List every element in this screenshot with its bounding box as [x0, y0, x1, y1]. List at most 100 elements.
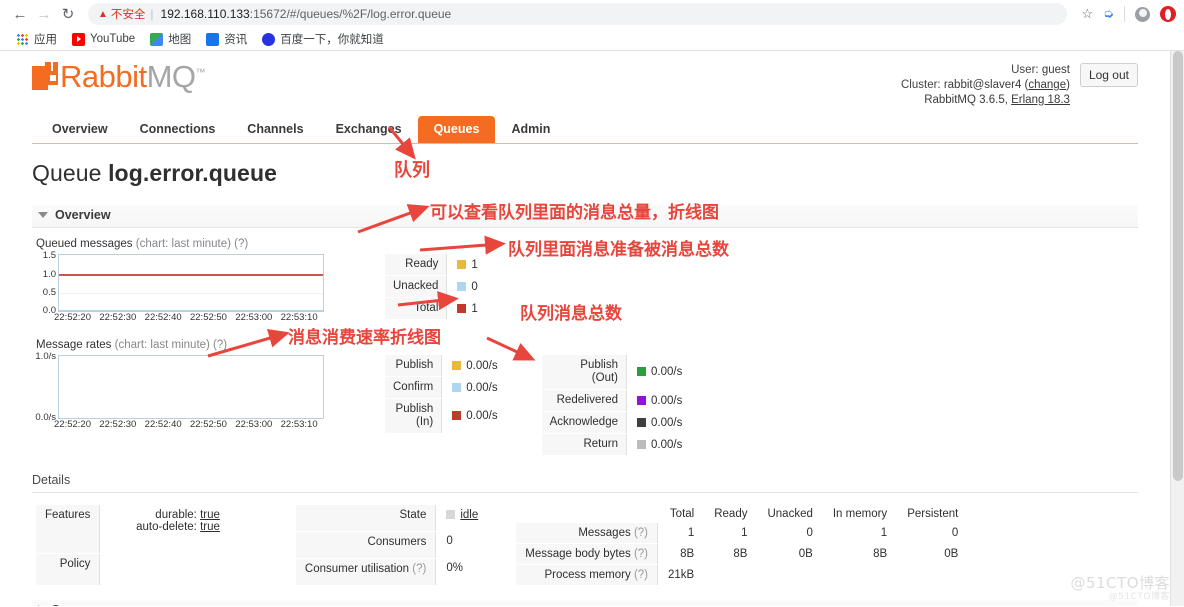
rabbitmq-management-page: RabbitMQ™ User: guest Cluster: rabbit@sl… — [0, 51, 1184, 606]
state-value-cell: idle — [435, 505, 489, 532]
tab-queues[interactable]: Queues — [417, 116, 496, 143]
series-unacked-line — [59, 309, 323, 311]
legend-value: 1 — [471, 302, 478, 315]
series-total-line — [59, 274, 323, 276]
erlang-version-link[interactable]: Erlang 18.3 — [1011, 94, 1070, 106]
not-secure-warning-icon: ▲ — [98, 8, 108, 20]
row-label-cell: Messages (?) — [516, 523, 658, 544]
bookmark-maps[interactable]: 地图 — [144, 30, 197, 48]
vertical-scrollbar[interactable] — [1170, 51, 1184, 606]
legend-name: Unacked — [385, 275, 447, 298]
message-rates-row: 1.0/s 0.0/s 22:52:20 22:52:30 22:52:40 2… — [32, 352, 1138, 456]
cluster-label: Cluster: — [901, 79, 941, 91]
cell-value: 0B — [944, 548, 959, 560]
consumers-section-header[interactable]: Consumers — [32, 600, 1138, 606]
cluster-change-link[interactable]: change — [1028, 79, 1066, 91]
y-tick: 1.5 — [42, 250, 56, 261]
page-title-prefix: Queue — [32, 160, 102, 186]
logo-trademark: ™ — [195, 67, 206, 79]
legend-name: Return — [541, 433, 627, 456]
legend-row: Return 0.00/s — [541, 433, 691, 456]
bookmark-star-icon[interactable]: ☆ — [1081, 6, 1093, 22]
legend-swatch-acknowledge — [637, 417, 646, 427]
x-tick: 22:53:10 — [280, 312, 318, 323]
tab-overview[interactable]: Overview — [36, 116, 124, 143]
state-label: State — [295, 505, 436, 532]
toolbar-actions: ☆ ➭ — [1075, 6, 1176, 22]
legend-name: Publish (In) — [385, 398, 442, 434]
legend-value-cell: 1 — [446, 254, 486, 276]
legend-value: 1 — [471, 258, 478, 271]
state-table: State idle Consumers 0 Consumer utilisat… — [295, 505, 489, 587]
bookmark-news[interactable]: 资讯 — [200, 30, 253, 48]
cell-value: 1 — [880, 527, 888, 540]
logo-text-rabbit: Rabbit — [60, 59, 147, 94]
opera-browser-icon[interactable] — [1160, 6, 1176, 22]
user-info-line: User: guest — [901, 63, 1070, 78]
scrollbar-thumb[interactable] — [1173, 51, 1183, 481]
address-bar[interactable]: ▲ 不安全 | 192.168.110.133:15672/#/queues/%… — [88, 3, 1068, 25]
table-row: State idle — [295, 505, 489, 532]
cluster-info-line: Cluster: rabbit@slaver4 (change) — [901, 79, 1070, 91]
page-title-queue-name: log.error.queue — [108, 160, 277, 186]
browser-toolbar: ← → ↻ ▲ 不安全 | 192.168.110.133:15672/#/qu… — [0, 0, 1184, 28]
legend-value: 0.00/s — [651, 394, 683, 407]
consumers-section-title: Consumers — [51, 603, 120, 606]
bookmark-youtube[interactable]: YouTube — [66, 32, 141, 47]
back-arrow-icon[interactable]: ← — [8, 2, 32, 26]
table-header-row: Total Ready Unacked In memory Persistent — [516, 505, 968, 523]
y-tick: 0.0/s — [35, 412, 56, 423]
profile-avatar-icon[interactable] — [1135, 6, 1150, 22]
table-row: Features durable: true auto-delete: true — [36, 505, 230, 555]
legend-row: Publish 0.00/s — [385, 355, 506, 377]
tab-admin[interactable]: Admin — [495, 116, 566, 143]
bookmark-baidu[interactable]: 百度一下，你就知道 — [256, 30, 390, 48]
overview-section-header[interactable]: Overview — [32, 205, 1138, 228]
x-tick: 22:53:00 — [235, 312, 273, 323]
overview-section-title: Overview — [55, 208, 111, 222]
legend-row: Total 1 — [385, 297, 486, 320]
cluster-value: rabbit@slaver4 — [943, 79, 1022, 91]
tab-connections[interactable]: Connections — [124, 116, 232, 143]
page-title: Queue log.error.queue — [32, 160, 1138, 187]
tab-exchanges[interactable]: Exchanges — [320, 116, 418, 143]
message-rates-plot — [58, 355, 324, 419]
logout-button[interactable]: Log out — [1079, 63, 1138, 87]
rabbitmq-logo[interactable]: RabbitMQ™ — [32, 59, 206, 94]
row-label-cell: Process memory (?) — [516, 564, 658, 586]
legend-name: Ready — [385, 254, 447, 276]
cell-value: 21kB — [657, 564, 705, 586]
y-tick: 1.0 — [42, 269, 56, 280]
forward-arrow-icon[interactable]: → — [32, 2, 56, 26]
bookmarks-bar: 应用 YouTube 地图 资讯 百度一下，你就知道 — [0, 28, 1184, 51]
chevron-down-icon[interactable] — [38, 212, 48, 218]
reload-icon[interactable]: ↻ — [56, 2, 80, 26]
help-icon[interactable]: (?) — [634, 569, 648, 581]
table-row: Consumer utilisation (?) 0% — [295, 558, 489, 587]
chevron-right-icon[interactable] — [38, 605, 44, 606]
policy-label: Policy — [36, 553, 100, 586]
y-tick: 0.5 — [42, 287, 56, 298]
feature-durable: durable: true — [110, 509, 220, 521]
table-row: Messages (?) 1 1 0 1 0 — [516, 523, 968, 544]
help-icon[interactable]: (?) — [412, 563, 426, 575]
bookmark-apps[interactable]: 应用 — [10, 30, 63, 48]
queued-messages-label: Queued messages (chart: last minute) (?) — [36, 238, 1138, 250]
logo-text-mq: MQ — [146, 59, 196, 94]
legend-row: Publish (Out) 0.00/s — [541, 355, 691, 390]
cell-value — [823, 565, 897, 586]
rates-y-axis: 1.0/s 0.0/s — [32, 352, 58, 422]
rabbitmq-header: RabbitMQ™ User: guest Cluster: rabbit@sl… — [32, 51, 1138, 108]
help-icon[interactable]: (?) — [634, 548, 648, 560]
legend-value-cell: 0.00/s — [626, 355, 691, 390]
extension-icon[interactable]: ➭ — [1103, 6, 1114, 22]
cell-value: 8B — [873, 548, 888, 560]
state-indicator-icon — [446, 510, 456, 519]
tab-channels[interactable]: Channels — [231, 116, 319, 143]
y-tick: 0.0 — [42, 305, 56, 316]
legend-value-cell: 0.00/s — [441, 398, 506, 434]
legend-value: 0.00/s — [651, 438, 683, 451]
bookmark-label: YouTube — [90, 33, 136, 45]
legend-row: Confirm 0.00/s — [385, 376, 506, 399]
help-icon[interactable]: (?) — [634, 527, 648, 539]
